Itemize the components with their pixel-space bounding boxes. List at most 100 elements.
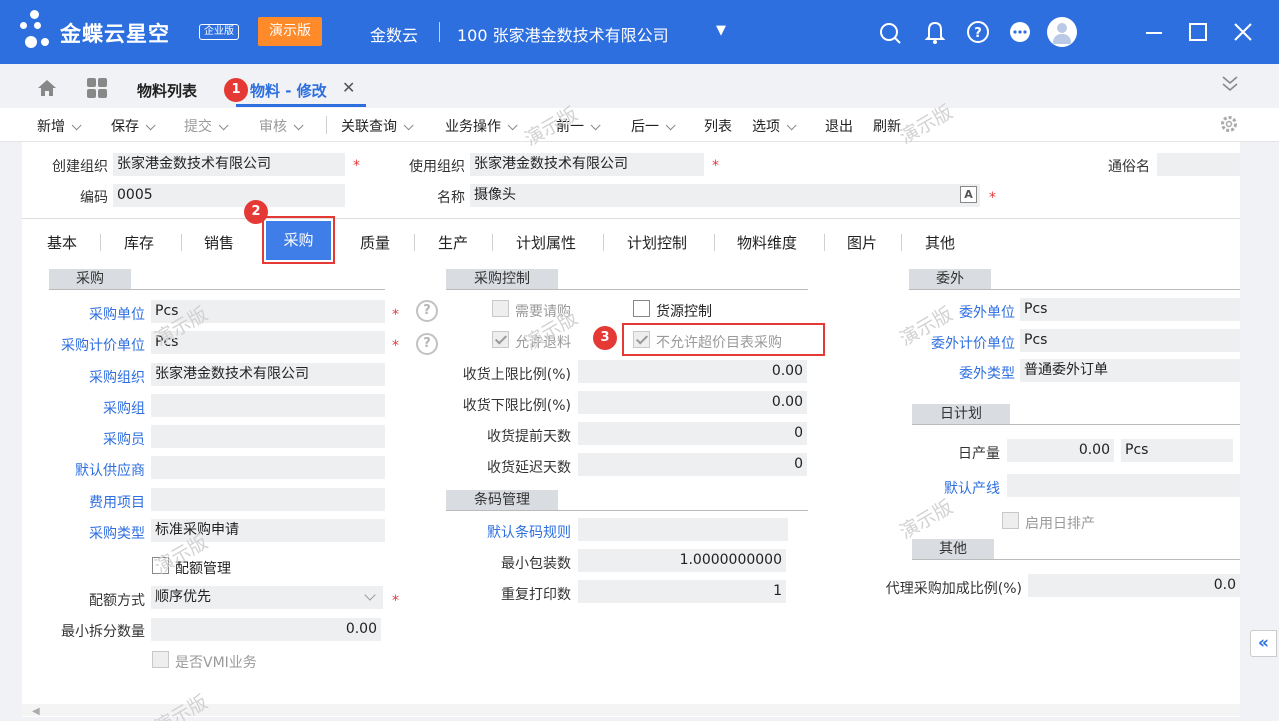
common-name-field[interactable] [1157,153,1240,176]
bell-icon[interactable] [921,18,949,46]
annotation-badge-3: 3 [593,326,617,350]
more-icon[interactable] [1006,18,1034,46]
tab-material-edit[interactable]: 物料 - 修改 [250,80,327,101]
recv-delay-days-label: 收货延迟天数 [487,460,571,476]
user-avatar[interactable] [1047,17,1077,47]
tab-quality[interactable]: 质量 [360,232,390,253]
section-purchase: 采购 [49,269,131,290]
code-field[interactable]: 0005 [113,184,345,207]
name-field[interactable]: 摄像头 [470,184,980,207]
tab-material-list[interactable]: 物料列表 [137,80,197,101]
default-supplier-label[interactable]: 默认供应商 [50,460,145,480]
tab-basic[interactable]: 基本 [47,232,77,253]
app-name[interactable]: 金数云 [370,22,418,46]
recv-upper-ratio-field[interactable]: 0.00 [578,360,807,383]
purchase-group-field[interactable] [151,394,385,417]
subtab-divider [824,234,825,251]
buyer-field[interactable] [151,425,385,448]
purchase-type-label[interactable]: 采购类型 [50,523,145,543]
expense-item-label[interactable]: 费用项目 [50,492,145,512]
help-icon[interactable]: ? [964,18,992,46]
default-line-label[interactable]: 默认产线 [900,478,1000,498]
new-button[interactable]: 新增 [37,116,82,136]
min-pack-qty-field[interactable]: 1.0000000000 [578,549,786,572]
options-button[interactable]: 选项 [752,116,797,136]
purchase-unit-label[interactable]: 采购单位 [50,304,145,324]
create-org-label: 创建组织 [52,159,108,175]
maximize-icon[interactable] [1184,18,1212,46]
active-tab-indicator [236,104,366,107]
exit-button[interactable]: 退出 [825,116,853,136]
common-name-label: 通俗名 [1108,159,1150,175]
recv-lower-ratio-field[interactable]: 0.00 [578,391,807,414]
tab-production[interactable]: 生产 [438,232,468,253]
daily-output-field[interactable]: 0.00 [1007,439,1114,462]
business-ops-button[interactable]: 业务操作 [445,116,518,136]
close-window-icon[interactable] [1229,18,1257,46]
expense-item-field[interactable] [151,488,385,511]
help-icon[interactable]: ? [416,333,438,355]
tab-material-dimension[interactable]: 物料维度 [737,232,797,253]
purchase-org-field[interactable]: 张家港金数技术有限公司 [151,363,385,386]
submit-button[interactable]: 提交 [184,116,229,136]
purchase-price-unit-label[interactable]: 采购计价单位 [50,335,145,355]
expand-sidebar-icon[interactable]: « [1250,630,1277,657]
enable-daily-schedule-checkbox[interactable] [1002,512,1019,529]
default-line-field[interactable] [1007,474,1240,497]
top-bar: 金蝶云星空 企业版 演示版 金数云 100 张家港金数技术有限公司 ▼ ? [0,0,1279,64]
tab-other[interactable]: 其他 [925,232,955,253]
minimize-icon[interactable] [1140,18,1168,46]
audit-button[interactable]: 审核 [259,116,304,136]
list-button[interactable]: 列表 [704,116,732,136]
quota-method-select[interactable]: 顺序优先 [151,586,383,609]
multilanguage-icon[interactable]: A [960,186,977,203]
demo-badge[interactable]: 演示版 [258,17,322,46]
recv-upper-ratio-label: 收货上限比例(%) [462,367,571,383]
min-split-qty-field[interactable]: 0.00 [151,618,381,641]
vmi-checkbox[interactable] [152,651,169,668]
source-control-label: 货源控制 [656,304,712,320]
submit-label: 提交 [184,119,212,135]
recv-delay-days-field[interactable]: 0 [578,453,807,476]
agent-markup-field[interactable]: 0.0 [1028,574,1240,597]
gear-icon[interactable] [1219,114,1239,134]
annotation-badge-1: 1 [224,78,248,102]
caret-down-icon[interactable]: ▼ [716,23,726,38]
daily-output-unit-field[interactable]: Pcs [1121,439,1233,462]
purchase-group-label[interactable]: 采购组 [50,398,145,418]
tab-images[interactable]: 图片 [847,232,877,253]
save-button[interactable]: 保存 [111,116,156,136]
create-org-field[interactable]: 张家港金数技术有限公司 [113,153,345,176]
tab-sales[interactable]: 销售 [204,232,234,253]
source-control-checkbox[interactable] [633,300,650,317]
buyer-label[interactable]: 采购员 [50,429,145,449]
tab-inventory[interactable]: 库存 [124,232,154,253]
default-barcode-rule-field[interactable] [578,518,788,541]
outsource-type-label[interactable]: 委外类型 [900,363,1015,383]
default-barcode-rule-label[interactable]: 默认条码规则 [430,522,571,542]
need-request-checkbox[interactable] [492,300,509,317]
outsource-price-unit-field[interactable]: Pcs [1020,329,1240,352]
outsource-type-field[interactable]: 普通委外订单 [1020,359,1240,382]
org-selector[interactable]: 100 张家港金数技术有限公司 [457,22,669,46]
recv-ahead-days-label: 收货提前天数 [487,429,571,445]
home-icon[interactable] [36,77,58,99]
double-chevron-down-icon[interactable] [1220,74,1240,94]
tab-plan-attributes[interactable]: 计划属性 [516,232,576,253]
outsource-unit-field[interactable]: Pcs [1020,298,1240,321]
default-supplier-field[interactable] [151,456,385,479]
scroll-left-icon[interactable]: ◀ [32,706,40,717]
help-icon[interactable]: ? [416,300,438,322]
allow-return-checkbox[interactable] [492,331,509,348]
close-tab-icon[interactable]: ✕ [342,78,355,97]
next-button[interactable]: 后一 [631,116,676,136]
tab-plan-control[interactable]: 计划控制 [627,232,687,253]
apps-grid-icon[interactable] [86,77,108,99]
purchase-org-label[interactable]: 采购组织 [50,367,145,387]
related-query-button[interactable]: 关联查询 [341,116,414,136]
use-org-field[interactable]: 张家港金数技术有限公司 [470,153,704,176]
search-icon[interactable] [877,18,905,46]
reprint-count-field[interactable]: 1 [578,580,786,603]
required-mark: * [392,338,399,354]
recv-ahead-days-field[interactable]: 0 [578,422,807,445]
